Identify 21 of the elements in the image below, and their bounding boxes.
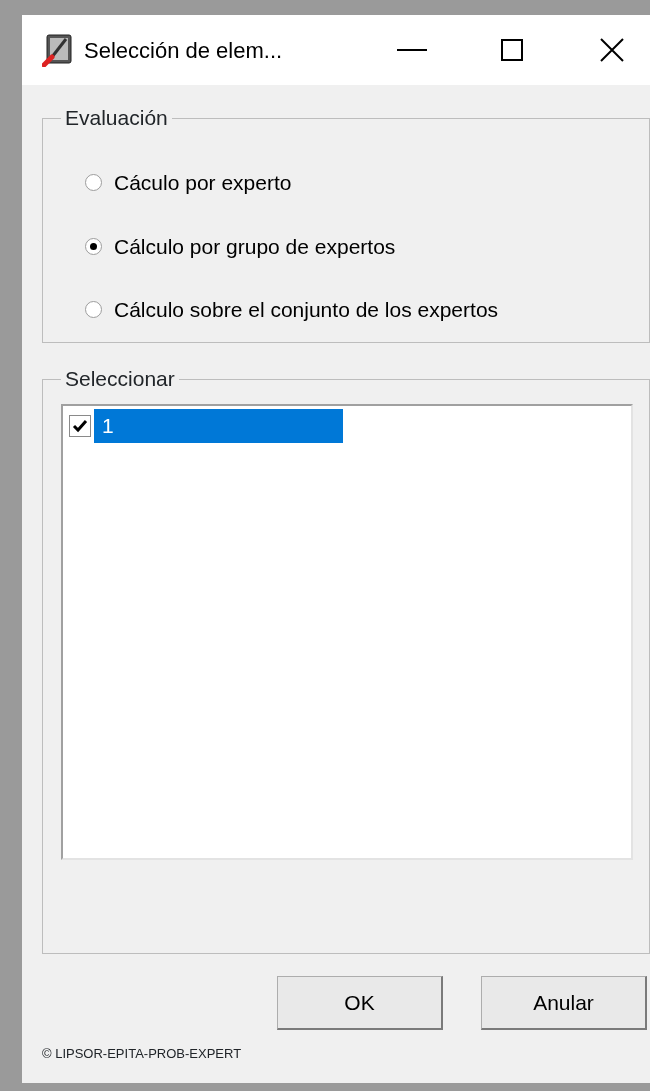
close-icon xyxy=(600,38,624,62)
radio-option[interactable]: Cálculo por grupo de expertos xyxy=(85,230,649,262)
radio-button[interactable] xyxy=(85,301,102,319)
option-label: Cálculo sobre el conjunto de los expertos xyxy=(114,297,499,323)
maximize-icon xyxy=(501,39,523,61)
minimize-icon xyxy=(397,49,427,51)
checkbox[interactable] xyxy=(69,415,91,437)
list-item[interactable]: 1 xyxy=(94,409,343,443)
cancel-button[interactable]: Anular xyxy=(481,976,647,1030)
copyright-text: © LIPSOR-EPITA-PROB-EXPERT xyxy=(42,1045,243,1063)
radio-option[interactable]: Cálculo sobre el conjunto de los expertos xyxy=(85,294,649,326)
window-title: Selección de elem... xyxy=(84,36,283,65)
radio-option[interactable]: Cáculo por experto xyxy=(85,167,649,199)
radio-button[interactable] xyxy=(85,174,102,192)
radio-button[interactable] xyxy=(85,237,102,255)
option-label: Cálculo por grupo de expertos xyxy=(114,233,396,260)
check-icon xyxy=(72,419,88,433)
app-icon xyxy=(42,33,74,67)
option-label: Cáculo por experto xyxy=(114,170,292,196)
ok-button[interactable]: OK xyxy=(277,976,443,1030)
checklist-box[interactable]: 1 xyxy=(61,404,633,860)
